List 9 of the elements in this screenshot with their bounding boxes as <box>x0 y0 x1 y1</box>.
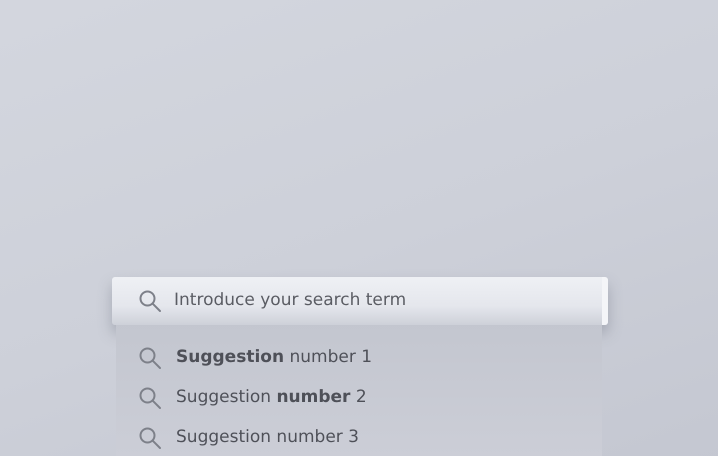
suggestion-item[interactable]: Suggestion number 3 <box>138 423 602 453</box>
suggestion-item[interactable]: Suggestion number 2 <box>138 383 602 413</box>
search-icon <box>138 346 162 370</box>
search-bar[interactable]: Introduce your search term <box>112 277 608 325</box>
search-icon <box>138 386 162 410</box>
search-icon <box>138 289 162 313</box>
suggestion-item[interactable]: Suggestion number 1 <box>138 343 602 373</box>
search-icon <box>138 426 162 450</box>
search-field[interactable]: Introduce your search term <box>174 288 554 314</box>
